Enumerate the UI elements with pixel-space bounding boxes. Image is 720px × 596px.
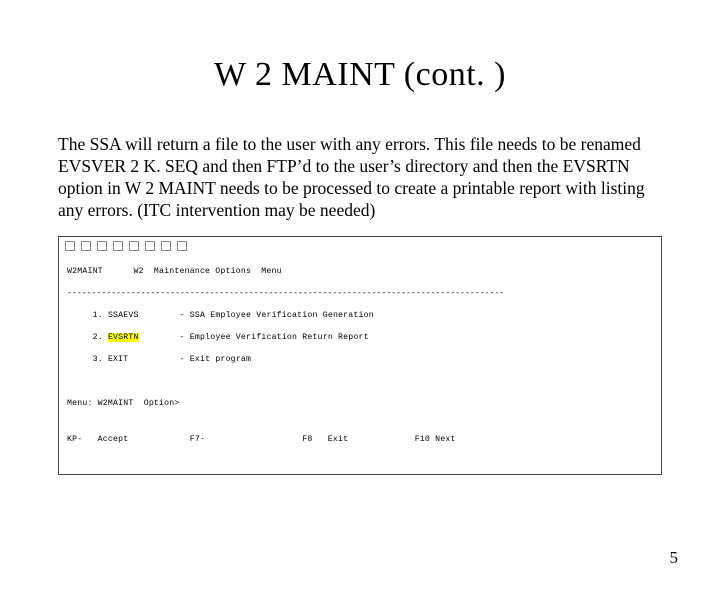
toolbar-icon xyxy=(129,241,139,251)
opt-num: 1. xyxy=(93,311,103,320)
opt-desc: - Employee Verification Return Report xyxy=(180,333,369,342)
terminal-body: W2MAINT W2 Maintenance Options Menu ----… xyxy=(59,255,661,474)
page-title: W 2 MAINT (cont. ) xyxy=(0,56,720,94)
toolbar-icon xyxy=(97,241,107,251)
toolbar-icon xyxy=(81,241,91,251)
terminal-function-keys: KP- Accept F7- F8 Exit F10 Next xyxy=(67,434,653,445)
terminal: W2MAINT W2 Maintenance Options Menu ----… xyxy=(58,236,662,475)
toolbar-icon xyxy=(145,241,155,251)
slide: W 2 MAINT (cont. ) The SSA will return a… xyxy=(0,56,720,596)
opt-desc: - SSA Employee Verification Generation xyxy=(180,311,374,320)
opt-code: SSAEVS xyxy=(108,311,139,320)
terminal-option-row: 3. EXIT - Exit program xyxy=(67,354,653,365)
opt-code: EXIT xyxy=(108,355,128,364)
toolbar-icon xyxy=(177,241,187,251)
opt-num: 3. xyxy=(93,355,103,364)
terminal-option-row: 2. EVSRTN - Employee Verification Return… xyxy=(67,332,653,343)
page-number: 5 xyxy=(670,548,679,568)
terminal-divider: ----------------------------------------… xyxy=(67,288,653,299)
terminal-menu-prompt: Menu: W2MAINT Option> xyxy=(67,398,653,409)
opt-num: 2. xyxy=(93,333,103,342)
toolbar-icon xyxy=(65,241,75,251)
toolbar-icon xyxy=(113,241,123,251)
terminal-header-line: W2MAINT W2 Maintenance Options Menu xyxy=(67,266,653,277)
opt-desc: - Exit program xyxy=(180,355,252,364)
terminal-screenshot: W2MAINT W2 Maintenance Options Menu ----… xyxy=(58,236,662,475)
terminal-toolbar xyxy=(59,239,661,255)
toolbar-icon xyxy=(161,241,171,251)
terminal-option-row: 1. SSAEVS - SSA Employee Verification Ge… xyxy=(67,310,653,321)
opt-code-highlighted: EVSRTN xyxy=(108,333,139,342)
body-paragraph: The SSA will return a file to the user w… xyxy=(58,134,662,222)
